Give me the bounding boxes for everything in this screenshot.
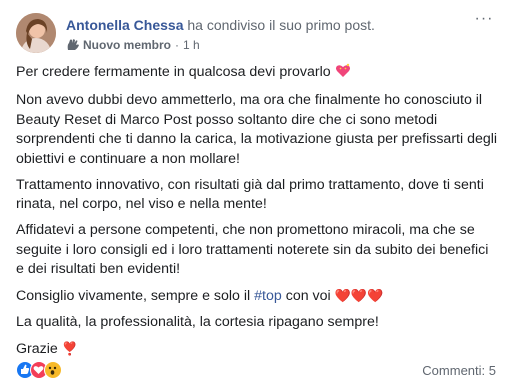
post-card: Antonella Chessa ha condiviso il suo pri… [0,0,512,389]
avatar[interactable] [16,13,56,53]
paragraph: Affidatevi a persone competenti, che non… [16,222,489,277]
post-author-line: Antonella Chessa ha condiviso il suo pri… [66,16,375,34]
paragraph: Grazie ❣️ [16,339,500,360]
hearts-emoji: ❤️❤️❤️ [334,288,384,303]
new-member-icon [66,39,80,51]
paragraph: Non avevo dubbi devo ammetterlo, ma ora … [16,92,498,167]
paragraph-text: Per credere fermamente in qualcosa devi … [16,64,331,80]
heart-exclamation-emoji: ❣️ [61,341,78,356]
new-member-badge[interactable]: Nuovo membro [83,37,171,53]
paragraph: La qualità, la professionalità, la corte… [16,314,379,330]
post-action-text: ha condiviso il suo primo post. [187,17,375,33]
reaction-summary[interactable] [16,360,62,380]
post-time[interactable]: 1 h [183,37,200,53]
paragraph-text: Grazie [16,341,58,357]
comments-count-link[interactable]: Commenti: 5 [422,363,496,378]
paragraph-text: con voi [285,288,331,304]
meta-separator: · [175,38,180,52]
paragraph-text: Consiglio vivamente, sempre e solo il [16,288,251,304]
post-meta: Nuovo membro · 1 h [66,37,200,53]
more-options-button[interactable]: ··· [472,11,496,33]
paragraph: Per credere fermamente in qualcosa devi … [16,63,500,85]
paragraph: Trattamento innovativo, con risultati gi… [16,176,484,213]
post-footer: Commenti: 5 [16,360,496,382]
post-header: Antonella Chessa ha condiviso il suo pri… [16,11,496,57]
paragraph: Consiglio vivamente, sempre e solo il #t… [16,286,500,307]
post-body: Per credere fermamente in qualcosa devi … [16,63,500,366]
author-name[interactable]: Antonella Chessa [66,17,183,33]
hashtag-link[interactable]: #top [254,288,282,304]
sparkling-heart-icon [335,63,351,85]
wow-reaction-icon [44,361,62,379]
